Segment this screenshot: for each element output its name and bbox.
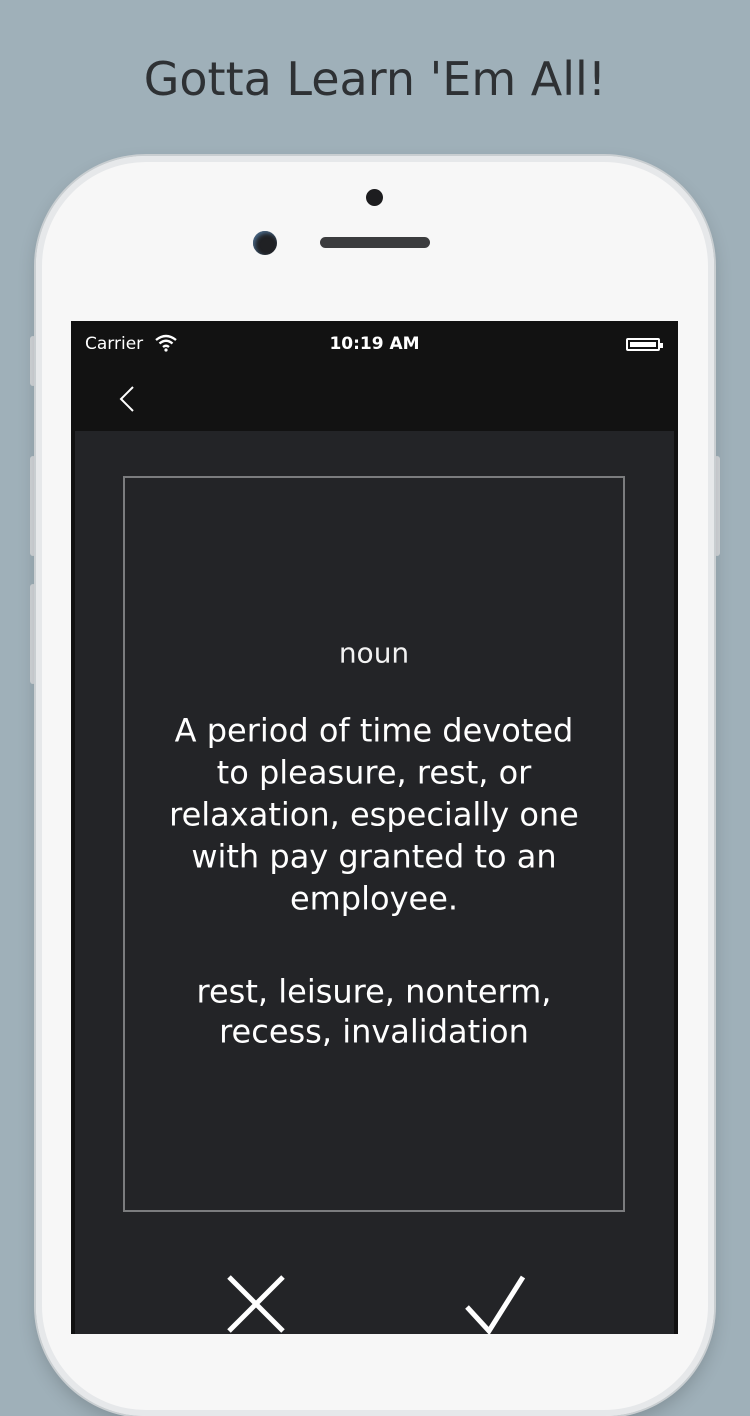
correct-button[interactable] xyxy=(461,1271,527,1337)
wrong-button[interactable] xyxy=(223,1271,289,1337)
chevron-left-icon xyxy=(119,386,134,412)
back-button[interactable] xyxy=(113,379,143,419)
front-camera xyxy=(253,231,277,255)
proximity-sensor xyxy=(366,189,383,206)
power-button xyxy=(714,456,720,556)
synonyms-text: rest, leisure, nonterm, recess, invalida… xyxy=(196,972,552,1051)
part-of-speech: noun xyxy=(338,636,410,670)
checkmark-icon xyxy=(465,1275,526,1336)
definition-text: A period of time devoted to pleasure, re… xyxy=(169,711,579,918)
close-icon xyxy=(227,1275,285,1333)
flashcard[interactable]: noun A period of time devoted to pleasur… xyxy=(123,476,625,1212)
earpiece-speaker xyxy=(320,237,430,248)
promo-headline: Gotta Learn 'Em All! xyxy=(143,52,607,106)
status-bar: Carrier 10:19 AM xyxy=(75,325,674,365)
status-time: 10:19 AM xyxy=(329,334,420,354)
battery-icon xyxy=(626,338,663,351)
navigation-bar xyxy=(75,365,674,431)
app-screen: Carrier 10:19 AM noun A period of time d… xyxy=(71,321,678,1337)
